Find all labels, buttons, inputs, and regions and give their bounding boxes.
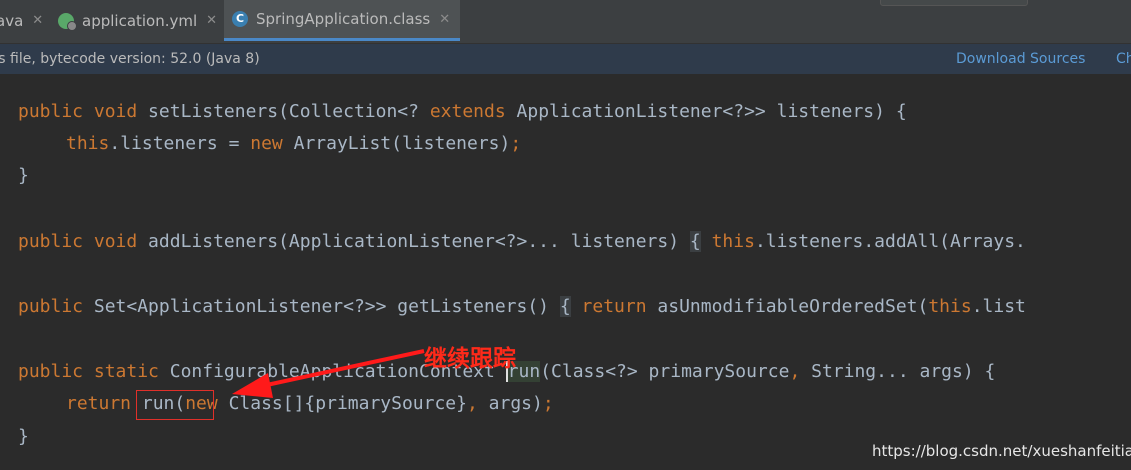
- annotation-arrow: [232, 349, 425, 398]
- watermark: https://blog.csdn.net/xueshanfeitian: [872, 442, 1131, 460]
- annotation-text: 继续跟踪: [424, 346, 516, 372]
